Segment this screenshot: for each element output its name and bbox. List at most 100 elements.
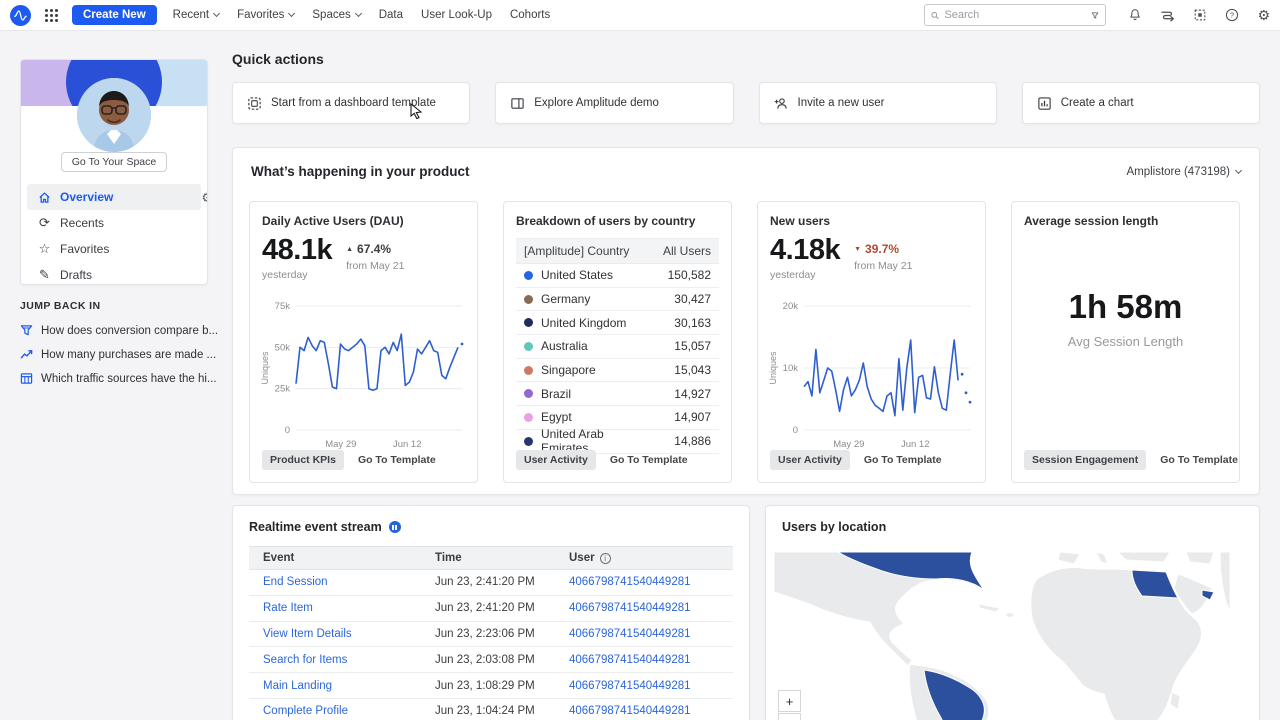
dau-go-to-template-link[interactable]: Go To Template [358, 454, 436, 466]
country-dot [524, 271, 533, 280]
quick-actions-title: Quick actions [232, 51, 324, 67]
amplitude-logo[interactable] [10, 5, 31, 26]
event-link[interactable]: Search for Items [249, 654, 435, 666]
journeys-path-icon[interactable] [1160, 9, 1175, 22]
event-table: Event Time User i End SessionJun 23, 2:4… [249, 546, 733, 720]
session-length-title: Average session length [1024, 214, 1227, 228]
event-row: Main LandingJun 23, 1:08:29 PM4066798741… [249, 673, 733, 699]
dau-tag-chip[interactable]: Product KPIs [262, 450, 344, 470]
dau-card: Daily Active Users (DAU) 48.1k yesterday… [249, 201, 478, 483]
select-area-icon[interactable] [1193, 8, 1207, 22]
star-icon: ☆ [37, 241, 52, 257]
help-icon[interactable]: ? [1225, 8, 1239, 22]
country-row[interactable]: Brazil14,927 [516, 382, 719, 406]
event-row: View Item DetailsJun 23, 2:23:06 PM40667… [249, 622, 733, 648]
country-breakdown-card: Breakdown of users by country [Amplitude… [503, 201, 732, 483]
event-link[interactable]: End Session [249, 576, 435, 588]
country-row[interactable]: United Kingdom30,163 [516, 311, 719, 335]
sidebar-item-overview[interactable]: Overview ⚙ [27, 184, 201, 210]
dau-caption: yesterday [262, 269, 332, 281]
create-new-button[interactable]: Create New [72, 5, 157, 25]
event-link[interactable]: View Item Details [249, 628, 435, 640]
sidebar-item-favorites[interactable]: ☆ Favorites [27, 236, 201, 262]
sidebar-item-recents[interactable]: ⟳ Recents [27, 210, 201, 236]
user-id-link[interactable]: 4066798741540449281 [555, 628, 733, 640]
event-row: Search for ItemsJun 23, 2:03:08 PM406679… [249, 647, 733, 673]
country-table: [Amplitude] Country All Users United Sta… [516, 238, 719, 454]
sidebar-item-drafts[interactable]: ✎ Drafts [27, 262, 201, 285]
event-link[interactable]: Complete Profile [249, 705, 435, 717]
nav-spaces[interactable]: Spaces [310, 5, 362, 25]
user-avatar[interactable] [77, 78, 151, 152]
chevron-down-icon [355, 10, 362, 17]
quick-action-invite-user[interactable]: Invite a new user [759, 82, 997, 124]
map-title: Users by location [782, 520, 1243, 534]
users-by-location-panel: Users by location [765, 505, 1260, 720]
search-box[interactable] [924, 4, 1106, 26]
search-icon [931, 10, 939, 21]
project-selector[interactable]: Amplistore (473198) [1126, 166, 1241, 178]
search-input[interactable] [944, 9, 1086, 21]
nav-favorites[interactable]: Favorites [235, 5, 296, 25]
new-users-title: New users [770, 214, 973, 228]
nav-recent[interactable]: Recent [171, 5, 221, 25]
country-dot [524, 318, 533, 327]
settings-gear-icon[interactable]: ⚙ [1257, 7, 1270, 24]
quick-action-create-chart[interactable]: Create a chart [1022, 82, 1260, 124]
demo-window-icon [510, 96, 525, 111]
user-id-link[interactable]: 4066798741540449281 [555, 602, 733, 614]
svg-text:25k: 25k [275, 384, 291, 395]
filter-funnel-icon[interactable] [1091, 10, 1099, 21]
quick-action-dashboard-template[interactable]: Start from a dashboard template [232, 82, 470, 124]
svg-text:50k: 50k [275, 342, 291, 353]
event-row: End SessionJun 23, 2:41:20 PM40667987415… [249, 570, 733, 596]
country-row[interactable]: Australia15,057 [516, 335, 719, 359]
new-users-value: 4.18k [770, 236, 840, 265]
funnel-chart-icon [20, 324, 33, 337]
user-id-link[interactable]: 4066798741540449281 [555, 654, 733, 666]
nav-user-lookup[interactable]: User Look-Up [419, 5, 494, 25]
svg-text:Jun 12: Jun 12 [901, 439, 930, 450]
caret-down-icon: ▼ [854, 246, 861, 253]
country-row[interactable]: Germany30,427 [516, 288, 719, 312]
notifications-bell-icon[interactable] [1128, 8, 1142, 22]
country-go-to-template-link[interactable]: Go To Template [610, 454, 688, 466]
new-users-caption: yesterday [770, 269, 840, 281]
realtime-event-stream-panel: Realtime event stream Event Time User i … [232, 505, 750, 720]
country-dot [524, 413, 533, 422]
user-id-link[interactable]: 4066798741540449281 [555, 576, 733, 588]
session-length-caption: Avg Session Length [1012, 334, 1239, 349]
nav-data[interactable]: Data [377, 5, 405, 25]
svg-text:20k: 20k [783, 301, 799, 312]
country-breakdown-title: Breakdown of users by country [516, 214, 719, 228]
map-zoom-in-button[interactable]: + [778, 690, 801, 712]
whats-happening-panel: What’s happening in your product Amplist… [232, 147, 1260, 495]
info-icon[interactable]: i [600, 553, 611, 564]
jump-item-traffic[interactable]: Which traffic sources have the hi... [20, 372, 220, 385]
svg-text:Jun 12: Jun 12 [393, 439, 422, 450]
pause-live-icon[interactable] [389, 521, 401, 533]
new-users-go-to-template-link[interactable]: Go To Template [864, 454, 942, 466]
map-zoom-out-button[interactable]: − [778, 713, 801, 720]
new-users-tag-chip[interactable]: User Activity [770, 450, 850, 470]
go-to-your-space-button[interactable]: Go To Your Space [61, 152, 167, 172]
jump-item-purchases[interactable]: How many purchases are made ... [20, 348, 220, 361]
quick-action-explore-demo[interactable]: Explore Amplitude demo [495, 82, 733, 124]
country-row[interactable]: United States150,582 [516, 264, 719, 288]
session-go-to-template-link[interactable]: Go To Template [1160, 454, 1238, 466]
country-row[interactable]: Singapore15,043 [516, 359, 719, 383]
event-link[interactable]: Rate Item [249, 602, 435, 614]
jump-item-conversion[interactable]: How does conversion compare b... [20, 324, 220, 337]
world-map[interactable] [774, 552, 1230, 720]
session-tag-chip[interactable]: Session Engagement [1024, 450, 1146, 470]
user-id-link[interactable]: 4066798741540449281 [555, 680, 733, 692]
event-link[interactable]: Main Landing [249, 680, 435, 692]
overview-settings-gear-icon[interactable]: ⚙ [201, 190, 208, 206]
top-navigation-bar: Create New Recent Favorites Spaces Data … [0, 0, 1280, 31]
country-tag-chip[interactable]: User Activity [516, 450, 596, 470]
user-id-link[interactable]: 4066798741540449281 [555, 705, 733, 717]
jump-back-in-title: JUMP BACK IN [20, 300, 220, 312]
event-stream-title: Realtime event stream [249, 520, 382, 534]
apps-grid-icon[interactable] [45, 9, 58, 22]
nav-cohorts[interactable]: Cohorts [508, 5, 552, 25]
